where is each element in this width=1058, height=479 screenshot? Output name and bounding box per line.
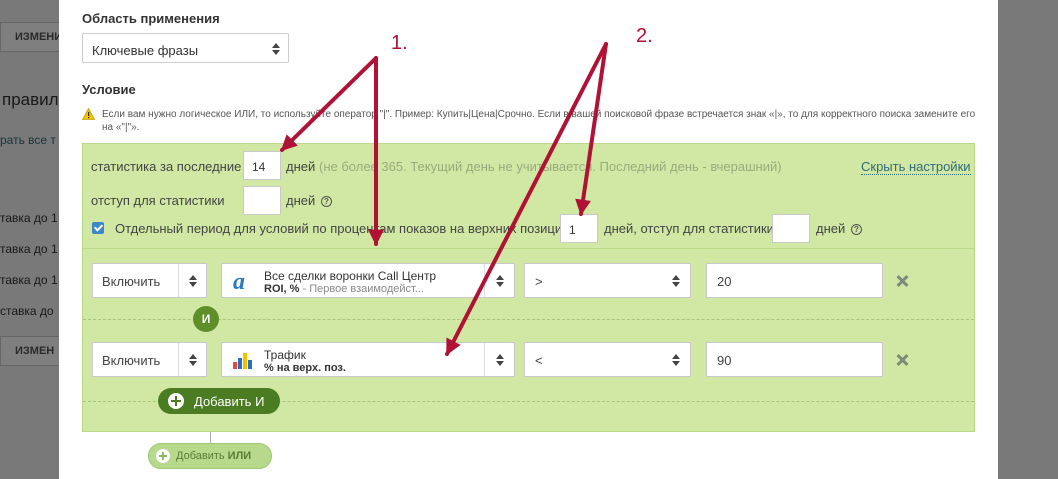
metric-name: Трафик — [264, 348, 306, 362]
metric-unit-text: ROI, % — [264, 283, 300, 295]
select-divider — [178, 264, 179, 297]
scope-select-value: Ключевые фразы — [92, 43, 199, 58]
add-or-prefix: Добавить — [176, 450, 228, 462]
operator-select[interactable]: > — [524, 263, 691, 298]
plus-icon — [156, 449, 170, 463]
value-input-text: 20 — [717, 274, 732, 289]
separate-offset-input[interactable] — [772, 214, 810, 243]
warning-text: Если вам нужно логическое ИЛИ, то исполь… — [102, 109, 976, 133]
operator-select[interactable]: < — [524, 342, 691, 377]
alpha-a-icon: a — [233, 271, 245, 293]
select-divider — [178, 343, 179, 376]
metric-name: Все сделки воронки Call Центр — [264, 269, 437, 283]
add-or-button[interactable]: Добавить ИЛИ — [148, 443, 272, 469]
condition-title: Условие — [82, 82, 136, 97]
action-select[interactable]: Включить — [92, 342, 207, 377]
days-label: дней — [286, 193, 316, 208]
stats-period-hint: (не более 365. Текущий день не учитывает… — [319, 159, 782, 174]
sort-arrows-icon — [496, 275, 504, 287]
metric-select[interactable]: Трафик % на верх. поз. — [221, 342, 515, 377]
sort-arrows-icon — [496, 354, 504, 366]
condition-panel: статистика за последние 14 дней (не боле… — [82, 143, 975, 432]
remove-condition-icon[interactable] — [896, 354, 908, 366]
background-right-area — [998, 0, 1058, 479]
days-label: дней — [286, 159, 316, 174]
warning-icon — [82, 108, 95, 120]
plus-icon — [168, 393, 184, 409]
metric-unit: ROI, % - Первое взаимодейст... — [264, 283, 424, 295]
metric-description: - Первое взаимодейст... — [302, 283, 425, 295]
separate-period-checkbox[interactable] — [92, 222, 104, 234]
stats-period-label: статистика за последние — [91, 159, 242, 174]
operator-select-value: > — [535, 274, 543, 289]
help-icon[interactable]: ? — [320, 196, 332, 207]
rule-edit-modal: Область применения Ключевые фразы Услови… — [59, 0, 998, 479]
and-badge: И — [193, 306, 219, 332]
add-or-label: Добавить ИЛИ — [176, 450, 251, 462]
stats-offset-days: дней ? — [286, 193, 332, 208]
separate-period-days-offset: дней, отступ для статистики — [604, 221, 774, 236]
action-select-value: Включить — [102, 353, 161, 368]
settings-divider — [83, 248, 974, 249]
annotation-label-1: 1. — [391, 32, 408, 54]
sort-arrows-icon — [189, 354, 197, 366]
metric-select[interactable]: a Все сделки воронки Call Центр ROI, % -… — [221, 263, 515, 298]
operator-select-value: < — [535, 353, 543, 368]
action-select-value: Включить — [102, 274, 161, 289]
svg-text:a: a — [233, 271, 245, 293]
separate-period-label: Отдельный период для условий по процента… — [115, 221, 576, 236]
sort-arrows-icon — [672, 275, 680, 287]
select-divider — [484, 343, 485, 376]
stats-offset-input[interactable] — [243, 186, 281, 215]
select-divider — [484, 264, 485, 297]
add-and-button[interactable]: Добавить И — [158, 388, 280, 414]
metric-unit: % на верх. поз. — [264, 362, 346, 374]
add-and-label: Добавить И — [194, 394, 265, 409]
annotation-label-2: 2. — [636, 25, 653, 47]
sort-arrows-icon — [272, 43, 280, 55]
value-input[interactable]: 20 — [706, 263, 883, 298]
hide-settings-link[interactable]: Скрыть настройки — [861, 159, 971, 175]
action-select[interactable]: Включить — [92, 263, 207, 298]
scope-select[interactable]: Ключевые фразы — [82, 33, 289, 63]
metric-unit-text: % на верх. поз. — [264, 362, 346, 374]
separate-offset-days: дней ? — [816, 221, 862, 236]
warning-message: Если вам нужно логическое ИЛИ, то исполь… — [82, 108, 982, 134]
remove-condition-icon[interactable] — [896, 275, 908, 287]
separate-period-input[interactable]: 1 — [560, 214, 598, 243]
value-input[interactable]: 90 — [706, 342, 883, 377]
add-or-bold: ИЛИ — [227, 450, 252, 462]
scope-title: Область применения — [82, 11, 220, 26]
sort-arrows-icon — [189, 275, 197, 287]
help-icon[interactable]: ? — [850, 224, 862, 235]
stats-offset-label: отступ для статистики — [91, 193, 225, 208]
bar-chart-icon — [233, 353, 252, 369]
days-label: дней — [816, 221, 846, 236]
value-input-text: 90 — [717, 353, 732, 368]
stats-period-input[interactable]: 14 — [243, 151, 281, 180]
sort-arrows-icon — [672, 354, 680, 366]
